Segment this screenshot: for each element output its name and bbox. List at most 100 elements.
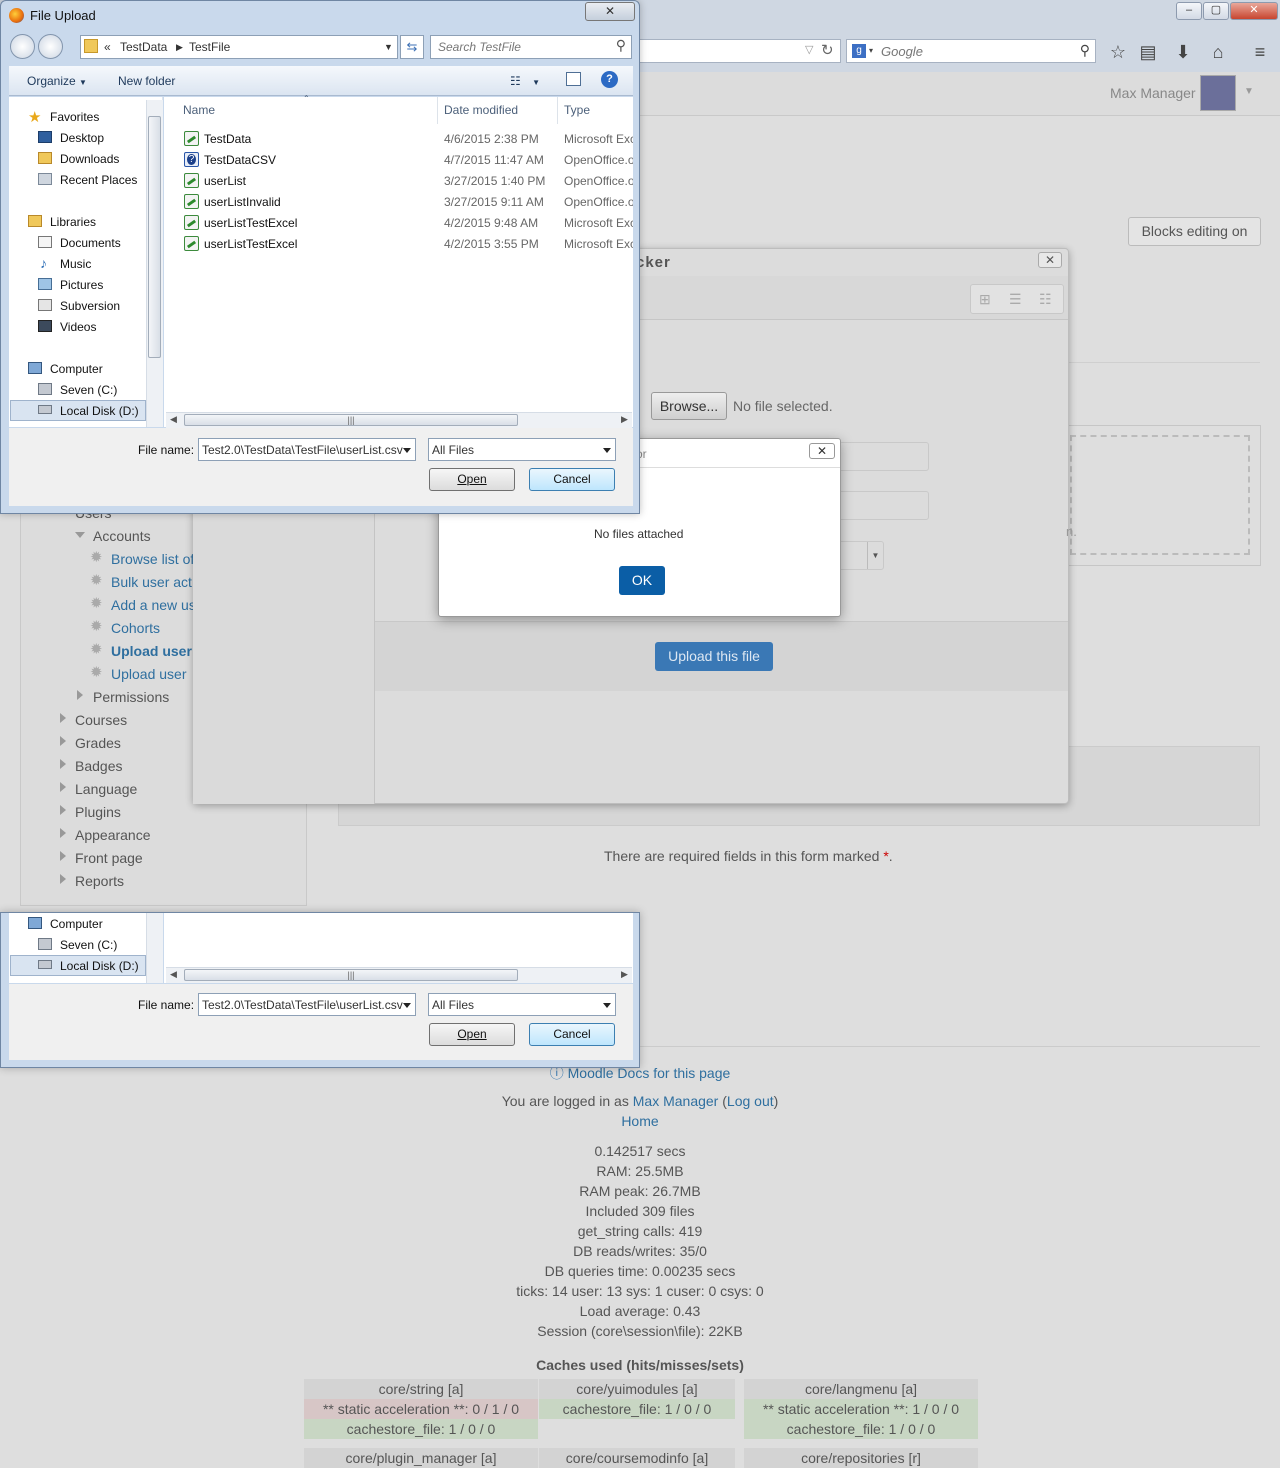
tree-view-icon[interactable]: ☷ xyxy=(1039,291,1052,308)
help-icon[interactable]: ? xyxy=(601,71,618,88)
tree-recent-places[interactable]: Recent Places xyxy=(60,173,137,187)
nav-front-page[interactable]: Front page xyxy=(75,850,143,866)
file-name[interactable]: userListInvalid xyxy=(204,195,281,209)
tree-desktop[interactable]: Desktop xyxy=(60,131,104,145)
tree-drive-c[interactable]: Seven (C:) xyxy=(60,938,117,952)
dropdown-icon[interactable]: ▽ xyxy=(805,43,813,56)
logged-user-link[interactable]: Max Manager xyxy=(633,1093,719,1109)
tree-music[interactable]: Music xyxy=(60,257,91,271)
breadcrumb-testfile[interactable]: TestFile xyxy=(189,40,230,54)
chevron-down-icon[interactable] xyxy=(403,448,411,453)
file-name[interactable]: userList xyxy=(204,174,246,188)
tree-subversion[interactable]: Subversion xyxy=(60,299,120,313)
cancel-button[interactable]: Cancel xyxy=(529,1023,615,1046)
collapsed-icon[interactable] xyxy=(60,759,66,769)
refresh-icon[interactable]: ⇆ xyxy=(400,35,424,59)
blocks-editing-button[interactable]: Blocks editing on xyxy=(1128,217,1261,246)
tree-computer[interactable]: Computer xyxy=(50,362,103,376)
tree-scrollbar[interactable] xyxy=(146,913,163,983)
download-icon[interactable]: ⬇ xyxy=(1172,41,1194,63)
nav-language[interactable]: Language xyxy=(75,781,137,797)
tree-drive-c[interactable]: Seven (C:) xyxy=(60,383,117,397)
chevron-down-icon[interactable] xyxy=(603,448,611,453)
scroll-left-icon[interactable]: ◀ xyxy=(170,969,177,980)
nav-cohorts[interactable]: Cohorts xyxy=(111,620,160,636)
chevron-down-icon[interactable] xyxy=(403,1003,411,1008)
nav-accounts[interactable]: Accounts xyxy=(93,528,151,544)
tree-pictures[interactable]: Pictures xyxy=(60,278,103,292)
cancel-button[interactable]: Cancel xyxy=(529,468,615,491)
home-icon[interactable]: ⌂ xyxy=(1207,41,1229,63)
magnifier-icon[interactable]: ⚲ xyxy=(1080,42,1090,59)
tree-videos[interactable]: Videos xyxy=(60,320,96,334)
tree-favorites[interactable]: Favorites xyxy=(50,110,99,124)
avatar[interactable] xyxy=(1200,75,1236,111)
close-icon[interactable]: ✕ xyxy=(1038,252,1062,268)
nav-browse-users[interactable]: Browse list of xyxy=(111,551,194,567)
file-type-select[interactable]: All Files xyxy=(428,993,616,1016)
home-link[interactable]: Home xyxy=(621,1113,658,1129)
breadcrumb-testdata[interactable]: TestData xyxy=(120,40,167,54)
file-name[interactable]: TestData xyxy=(204,132,251,146)
chevron-down-icon[interactable] xyxy=(603,1003,611,1008)
scroll-left-icon[interactable]: ◀ xyxy=(170,414,177,425)
ok-button[interactable]: OK xyxy=(619,566,665,595)
back-arrow-icon[interactable] xyxy=(10,34,35,59)
collapsed-icon[interactable] xyxy=(60,736,66,746)
grid-view-icon[interactable]: ⊞ xyxy=(979,291,991,308)
collapsed-icon[interactable] xyxy=(60,874,66,884)
tree-computer[interactable]: Computer xyxy=(50,917,103,931)
browse-button[interactable]: Browse... xyxy=(651,392,727,420)
search-engine-bar[interactable]: g ▾ Google ⚲ xyxy=(846,39,1096,63)
dialog-close-button[interactable]: ✕ xyxy=(585,2,635,21)
organize-menu[interactable]: Organize ▼ xyxy=(27,74,87,88)
minimize-button[interactable]: – xyxy=(1176,2,1202,20)
user-menu-name[interactable]: Max Manager xyxy=(1110,85,1196,101)
drop-zone[interactable] xyxy=(1070,435,1250,555)
chevron-down-icon[interactable]: ▼ xyxy=(384,42,393,52)
file-name[interactable]: userListTestExcel xyxy=(204,216,297,230)
nav-add-user[interactable]: Add a new us xyxy=(111,597,196,613)
collapsed-icon[interactable] xyxy=(60,805,66,815)
nav-upload-user-pictures[interactable]: Upload user xyxy=(111,666,187,682)
list-view-icon[interactable]: ☰ xyxy=(1009,291,1022,308)
file-list-hscroll-thumb[interactable]: ||| xyxy=(184,969,518,981)
chevron-right-icon[interactable]: ▶ xyxy=(176,42,183,53)
tree-documents[interactable]: Documents xyxy=(60,236,121,250)
open-button[interactable]: Open xyxy=(429,1023,515,1046)
collapsed-icon[interactable] xyxy=(77,690,83,700)
close-icon[interactable]: ✕ xyxy=(809,443,835,459)
chevron-down-icon[interactable]: ▾ xyxy=(869,46,873,55)
column-name[interactable]: Name xyxy=(183,103,215,117)
google-icon[interactable]: g xyxy=(852,44,866,58)
collapsed-icon[interactable] xyxy=(60,851,66,861)
reload-icon[interactable]: ↻ xyxy=(821,41,834,59)
maximize-button[interactable]: ▢ xyxy=(1203,2,1229,20)
file-name[interactable]: userListTestExcel xyxy=(204,237,297,251)
tree-drive-d[interactable]: Local Disk (D:) xyxy=(60,959,139,973)
scroll-right-icon[interactable]: ▶ xyxy=(621,969,628,980)
column-date[interactable]: Date modified xyxy=(444,103,518,117)
file-name-input[interactable]: Test2.0\TestData\TestFile\userList.csv xyxy=(198,438,416,461)
logout-link[interactable]: Log out xyxy=(727,1093,774,1109)
nav-reports[interactable]: Reports xyxy=(75,873,124,889)
nav-permissions[interactable]: Permissions xyxy=(93,689,169,705)
tree-drive-d[interactable]: Local Disk (D:) xyxy=(60,404,139,418)
search-input[interactable]: Search TestFile ⚲ xyxy=(430,35,632,59)
view-options-icon[interactable]: ☷ ▼ xyxy=(510,74,540,88)
menu-icon[interactable]: ≡ xyxy=(1249,41,1271,63)
search-icon[interactable]: ⚲ xyxy=(616,37,626,54)
chevron-down-icon[interactable]: ▼ xyxy=(867,542,883,569)
open-button[interactable]: Open xyxy=(429,468,515,491)
upload-this-file-button[interactable]: Upload this file xyxy=(655,642,773,671)
tree-downloads[interactable]: Downloads xyxy=(60,152,119,166)
breadcrumb[interactable]: « TestData ▶ TestFile ▼ xyxy=(80,35,398,59)
url-bar[interactable]: ▽ ↻ xyxy=(636,39,841,63)
preview-pane-icon[interactable] xyxy=(566,72,581,86)
tree-scrollbar-thumb[interactable] xyxy=(148,116,161,358)
user-menu-caret-icon[interactable]: ▼ xyxy=(1244,86,1254,97)
nav-grades[interactable]: Grades xyxy=(75,735,121,751)
file-list-hscroll-thumb[interactable]: ||| xyxy=(184,414,518,426)
column-type[interactable]: Type xyxy=(564,103,590,117)
nav-badges[interactable]: Badges xyxy=(75,758,122,774)
